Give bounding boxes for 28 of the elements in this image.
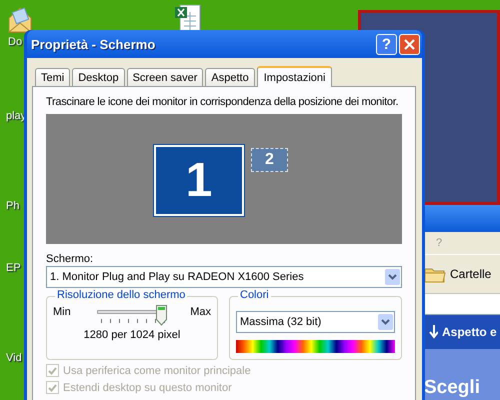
help-button[interactable]: ? [376, 34, 397, 54]
tab[interactable]: Aspetto [205, 68, 255, 86]
resolution-value: 1280 per 1024 pixel [82, 329, 182, 341]
chevron-down-icon [381, 319, 390, 325]
checkbox-label: Usa periferica come monitor principale [63, 364, 251, 376]
panel-title: Scegli [424, 377, 480, 399]
close-icon [404, 38, 415, 50]
arrow-icon [428, 324, 438, 340]
close-button[interactable] [399, 34, 420, 54]
monitor-tile[interactable]: 2 [251, 148, 288, 172]
tab[interactable]: Impostazioni [256, 66, 332, 87]
min-label: Min [53, 306, 71, 318]
instruction-text: Trascinare le icone dei monitor in corrispondenza della posizione dei monitor. [46, 96, 400, 108]
tab[interactable]: Screen saver [126, 68, 204, 86]
group-title: Colori [238, 289, 271, 301]
tab[interactable]: Temi [35, 68, 70, 86]
max-label: Max [190, 306, 211, 318]
slider-thumb[interactable] [156, 304, 168, 326]
group-title: Risoluzione dello schermo [55, 289, 188, 301]
chevron-down-icon [388, 274, 397, 280]
panel-heading: Aspetto e [442, 325, 497, 339]
monitor-tile[interactable]: 1 [154, 145, 244, 216]
checkbox-label: Estendi desktop su questo monitor [63, 382, 232, 394]
field-label: Schermo: [46, 253, 94, 265]
window-title: Proprietà - Schermo [31, 36, 156, 52]
color-dropdown[interactable]: Massima (32 bit) [236, 311, 395, 333]
display-dropdown[interactable]: 1. Monitor Plug and Play su RADEON X1600 Series [46, 266, 402, 288]
tab[interactable]: Desktop [72, 68, 125, 86]
